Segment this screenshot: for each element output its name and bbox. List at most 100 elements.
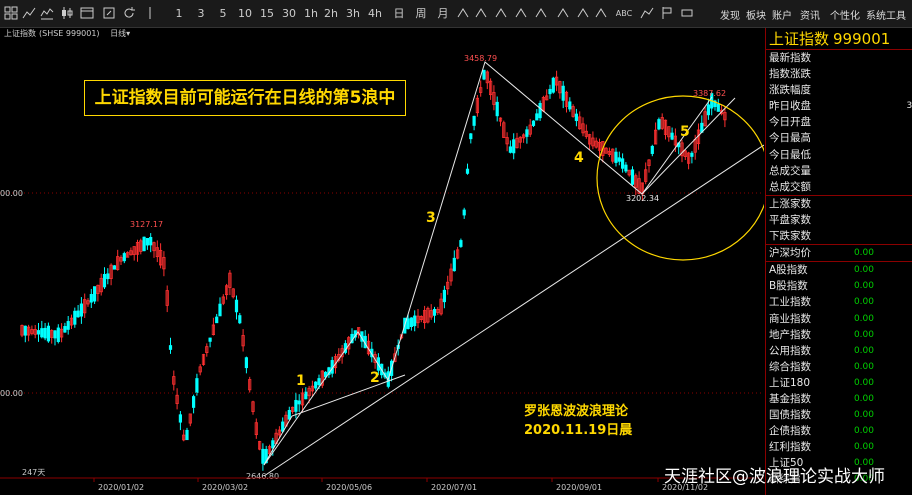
candle-body: [670, 132, 674, 140]
chart-icon[interactable]: [40, 6, 54, 22]
menu-item-5[interactable]: 系统工具: [866, 7, 906, 22]
date-label-4: 2020/09/01: [556, 483, 602, 492]
candle-body: [531, 120, 536, 126]
candle-body: [624, 164, 628, 172]
wave-label-5: 5: [680, 124, 690, 140]
candle-body: [43, 327, 47, 339]
price-label-p1: 3127.17: [130, 220, 163, 229]
rows-row: 今日最低: [769, 148, 811, 161]
candle-body: [617, 157, 621, 162]
date-axis: 2020/01/02 2020/03/02 2020/05/06 2020/07/01…: [93, 478, 708, 492]
period-6[interactable]: 1h: [302, 6, 320, 22]
candle-body: [314, 381, 318, 389]
trend-channel-upper: [641, 97, 736, 195]
flag-icon[interactable]: [660, 6, 674, 22]
period-11[interactable]: 周: [412, 6, 430, 22]
trend-icon[interactable]: [640, 6, 654, 22]
period-7[interactable]: 2h: [322, 6, 340, 22]
grid-icon[interactable]: [4, 6, 18, 22]
period-9[interactable]: 4h: [366, 6, 384, 22]
menu-item-2[interactable]: 账户: [772, 7, 792, 22]
candle-body: [690, 152, 694, 157]
rows3-row: 公用指数 0.00: [769, 344, 874, 357]
candle-body: [512, 139, 516, 154]
quote-header: 上证指数 999001: [766, 28, 912, 50]
sub-index-rows: A股指数 0.00 B股指数 0.00 工业指数 0.00 商业指数 0.00 地产指数 0.00…: [766, 262, 912, 487]
candle-body: [413, 315, 417, 327]
period-select[interactable]: 日线▾: [110, 29, 130, 38]
arrow-down-icon[interactable]: [474, 6, 488, 22]
date-label-0: 2020/01/02: [98, 483, 144, 492]
candle-body: [215, 316, 219, 324]
rows2-row: 平盘家数: [769, 213, 811, 226]
candle-body: [46, 325, 51, 342]
kline-chart[interactable]: 00.00 00.00 3127.17 3458.79 3202.34 3387…: [0, 40, 770, 495]
period-10[interactable]: 日: [390, 6, 408, 22]
period-12[interactable]: 月: [434, 6, 452, 22]
axis-label-upper: 00.00: [0, 189, 23, 198]
candle-body: [76, 310, 80, 318]
cross-icon[interactable]: [514, 6, 528, 22]
candle-body: [40, 328, 44, 338]
candle-body: [178, 414, 182, 423]
eraser-icon[interactable]: [680, 6, 694, 22]
period-0[interactable]: 1: [170, 6, 188, 22]
refresh-icon[interactable]: [122, 6, 136, 22]
period-8[interactable]: 3h: [344, 6, 362, 22]
quote-rows: 最新指数指数涨跌涨跌幅度昨日收盘33 今日开盘今日最高今日最低总成交量总成交额: [766, 50, 912, 195]
candle-body: [551, 77, 555, 93]
toolbar: 1 3 5 10 15 30 1h 2h 3h 4h 日周月 ABC 发现 板块 账户 资讯 个性化 系统工具: [0, 0, 912, 28]
candle-body: [168, 345, 173, 350]
candle-body: [73, 310, 77, 325]
price-label-p5: 3387.62: [693, 89, 726, 98]
theory-line-2: 2020.11.19日晨: [524, 423, 633, 438]
wave-label-2: 2: [370, 370, 380, 386]
candle-body: [432, 308, 437, 316]
candle-body: [122, 253, 126, 262]
menu-item-1[interactable]: 板块: [746, 7, 766, 22]
period-1[interactable]: 3: [192, 6, 210, 22]
candle-body: [469, 133, 473, 140]
candle-body: [271, 440, 275, 449]
candle-body: [406, 318, 410, 329]
candle-body: [93, 286, 97, 302]
period-5[interactable]: 30: [280, 6, 298, 22]
period-4[interactable]: 15: [258, 6, 276, 22]
candle-body: [287, 409, 291, 420]
axis-label-lower: 00.00: [0, 389, 23, 398]
abc-button[interactable]: ABC: [614, 6, 634, 22]
candle-icon[interactable]: [60, 6, 74, 22]
rows3-row: 基金指数 0.00: [769, 392, 874, 405]
arrow-up-icon[interactable]: [456, 6, 470, 22]
index-name: 上证指数: [4, 29, 36, 38]
wave-label-1: 1: [296, 373, 306, 389]
line-icon[interactable]: [22, 6, 36, 22]
window-icon[interactable]: [80, 6, 94, 22]
candle-body: [145, 238, 149, 246]
price-label-p3: 3458.79: [464, 54, 497, 63]
candle-body: [142, 236, 146, 252]
wave-5-highlight-circle: [596, 95, 770, 261]
wave-label-3: 3: [426, 210, 436, 226]
wave-path: [263, 61, 713, 466]
period-2[interactable]: 5: [214, 6, 232, 22]
menu-item-3[interactable]: 资讯: [800, 7, 820, 22]
expand-icon[interactable]: [102, 6, 116, 22]
menu-item-0[interactable]: 发现: [720, 7, 740, 22]
candle-body: [89, 294, 93, 303]
rows2-row: 下跌家数: [769, 230, 811, 243]
triangle-icon[interactable]: [556, 6, 570, 22]
star-icon[interactable]: [576, 6, 590, 22]
list-icon[interactable]: [534, 6, 548, 22]
wave-icon[interactable]: [594, 6, 608, 22]
rows-row: 总成交量: [769, 164, 811, 177]
menu-item-4[interactable]: 个性化: [830, 7, 860, 22]
rows-row: 最新指数: [769, 52, 811, 64]
period-3[interactable]: 10: [236, 6, 254, 22]
quote-title: 上证指数: [769, 30, 830, 48]
candle-body: [297, 400, 301, 405]
candle-body: [525, 129, 529, 137]
date-label-1: 2020/03/02: [202, 483, 248, 492]
candle-body: [63, 326, 67, 333]
nested-icon[interactable]: [494, 6, 508, 22]
